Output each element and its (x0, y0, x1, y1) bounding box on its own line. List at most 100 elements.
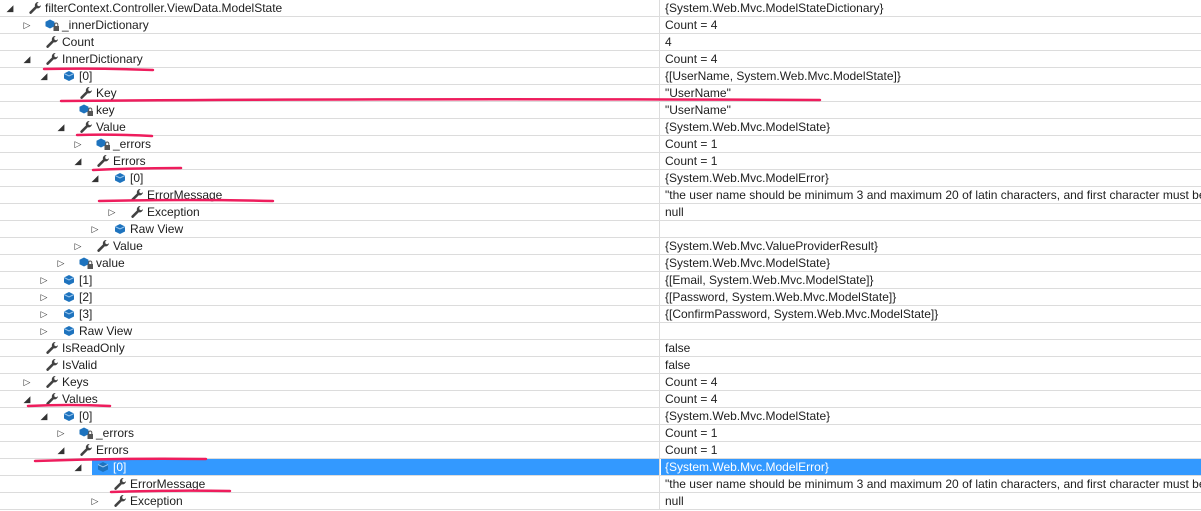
value-cell[interactable]: Count = 1 (661, 153, 1201, 169)
name-cell: ErrorMessage (0, 187, 660, 203)
name-cell: ▷ Keys (0, 374, 660, 390)
private-field-icon (78, 426, 94, 440)
expand-arrow-icon[interactable]: ▷ (89, 493, 101, 509)
value-cell[interactable]: {[UserName, System.Web.Mvc.ModelState]} (661, 68, 1201, 84)
watch-row[interactable]: ◢ [0] {System.Web.Mvc.ModelError} (0, 459, 1201, 476)
private-field-icon (44, 18, 60, 32)
watch-row[interactable]: ▷ Value {System.Web.Mvc.ValueProviderResul… (0, 238, 1201, 255)
watch-row[interactable]: IsValid false (0, 357, 1201, 374)
expand-arrow-icon[interactable]: ▷ (38, 289, 50, 305)
value-cell[interactable]: 4 (661, 34, 1201, 50)
value-cell[interactable]: Count = 4 (661, 51, 1201, 67)
watch-row[interactable]: ▷ Keys Count = 4 (0, 374, 1201, 391)
value-cell[interactable]: {[ConfirmPassword, System.Web.Mvc.ModelS… (661, 306, 1201, 322)
collapse-arrow-icon[interactable]: ◢ (89, 170, 101, 186)
watch-row[interactable]: ◢ Errors Count = 1 (0, 442, 1201, 459)
value-cell[interactable]: {System.Web.Mvc.ModelState} (661, 119, 1201, 135)
watch-row[interactable]: ▷ _errors Count = 1 (0, 425, 1201, 442)
collapse-arrow-icon[interactable]: ◢ (38, 68, 50, 84)
wrench-icon (44, 392, 60, 406)
value-cell[interactable]: {System.Web.Mvc.ModelState} (661, 255, 1201, 271)
object-icon (112, 171, 128, 185)
watch-row[interactable]: ◢ [0] {System.Web.Mvc.ModelState} (0, 408, 1201, 425)
value-cell[interactable]: Count = 4 (661, 391, 1201, 407)
expand-arrow-icon[interactable]: ▷ (89, 221, 101, 237)
value-cell[interactable] (661, 323, 1201, 339)
watch-row[interactable]: ErrorMessage "the user name should be min… (0, 476, 1201, 493)
value-cell[interactable]: {System.Web.Mvc.ModelState} (661, 408, 1201, 424)
value-cell[interactable]: {[Email, System.Web.Mvc.ModelState]} (661, 272, 1201, 288)
value-cell[interactable]: {System.Web.Mvc.ModelStateDictionary} (661, 0, 1201, 16)
value-cell[interactable]: false (661, 357, 1201, 373)
watch-row[interactable]: ◢ [0] {[UserName, System.Web.Mvc.ModelStat… (0, 68, 1201, 85)
expand-arrow-icon[interactable]: ▷ (21, 17, 33, 33)
collapse-arrow-icon[interactable]: ◢ (72, 153, 84, 169)
value-cell[interactable]: null (661, 204, 1201, 220)
expand-arrow-icon[interactable]: ▷ (72, 238, 84, 254)
value-cell[interactable] (661, 221, 1201, 237)
watch-row[interactable]: Key "UserName" (0, 85, 1201, 102)
value-cell[interactable]: "the user name should be minimum 3 and m… (661, 476, 1201, 492)
watch-row[interactable]: ▷ _innerDictionary Count = 4 (0, 17, 1201, 34)
expand-arrow-icon[interactable]: ▷ (38, 272, 50, 288)
watch-row[interactable]: IsReadOnly false (0, 340, 1201, 357)
watch-row[interactable]: ◢ filterContext.Controller.ViewData.Model… (0, 0, 1201, 17)
watch-row[interactable]: ▷ Exception null (0, 493, 1201, 510)
value-cell[interactable]: "UserName" (661, 102, 1201, 118)
collapse-arrow-icon[interactable]: ◢ (21, 51, 33, 67)
watch-row[interactable]: key "UserName" (0, 102, 1201, 119)
watch-row[interactable]: ▷ [2] {[Password, System.Web.Mvc.ModelStat… (0, 289, 1201, 306)
object-icon (61, 324, 77, 338)
wrench-icon (129, 188, 145, 202)
expand-arrow-icon[interactable]: ▷ (21, 374, 33, 390)
expand-arrow-icon[interactable]: ▷ (55, 255, 67, 271)
expand-arrow-icon[interactable]: ▷ (72, 136, 84, 152)
value-cell[interactable]: false (661, 340, 1201, 356)
expand-arrow-icon[interactable]: ▷ (38, 306, 50, 322)
object-icon (61, 273, 77, 287)
watch-row[interactable]: ▷ [3] {[ConfirmPassword, System.Web.Mvc.Mo… (0, 306, 1201, 323)
row-name: Keys (62, 375, 89, 389)
watch-row[interactable]: ◢ Values Count = 4 (0, 391, 1201, 408)
collapse-arrow-icon[interactable]: ◢ (72, 459, 84, 475)
watch-row[interactable]: ▷ Raw View (0, 323, 1201, 340)
watch-row[interactable]: ◢ Errors Count = 1 (0, 153, 1201, 170)
collapse-arrow-icon[interactable]: ◢ (55, 442, 67, 458)
value-cell[interactable]: Count = 1 (661, 442, 1201, 458)
value-cell[interactable]: {System.Web.Mvc.ModelError} (661, 170, 1201, 186)
watch-row[interactable]: ◢ InnerDictionary Count = 4 (0, 51, 1201, 68)
row-name: Value (113, 239, 143, 253)
collapse-arrow-icon[interactable]: ◢ (55, 119, 67, 135)
value-cell[interactable]: {System.Web.Mvc.ValueProviderResult} (661, 238, 1201, 254)
watch-row[interactable]: ▷ value {System.Web.Mvc.ModelState} (0, 255, 1201, 272)
collapse-arrow-icon[interactable]: ◢ (21, 391, 33, 407)
name-cell: ◢ Errors (0, 442, 660, 458)
value-cell[interactable]: Count = 1 (661, 425, 1201, 441)
watch-row[interactable]: ErrorMessage "the user name should be min… (0, 187, 1201, 204)
collapse-arrow-icon[interactable]: ◢ (4, 0, 16, 16)
value-cell[interactable]: Count = 4 (661, 374, 1201, 390)
watch-row[interactable]: ▷ _errors Count = 1 (0, 136, 1201, 153)
value-cell[interactable]: {[Password, System.Web.Mvc.ModelState]} (661, 289, 1201, 305)
wrench-icon (112, 494, 128, 508)
watch-row[interactable]: Count 4 (0, 34, 1201, 51)
value-cell[interactable]: Count = 4 (661, 17, 1201, 33)
value-cell[interactable]: Count = 1 (661, 136, 1201, 152)
expand-arrow-icon[interactable]: ▷ (38, 323, 50, 339)
watch-row[interactable]: ▷ [1] {[Email, System.Web.Mvc.ModelState]} (0, 272, 1201, 289)
value-cell[interactable]: {System.Web.Mvc.ModelError} (661, 459, 1201, 475)
value-cell[interactable]: "the user name should be minimum 3 and m… (661, 187, 1201, 203)
expand-arrow-icon[interactable]: ▷ (106, 204, 118, 220)
value-cell[interactable]: "UserName" (661, 85, 1201, 101)
watch-row[interactable]: ▷ Exception null (0, 204, 1201, 221)
watch-row[interactable]: ◢ Value {System.Web.Mvc.ModelState} (0, 119, 1201, 136)
row-name: IsValid (62, 358, 98, 372)
collapse-arrow-icon[interactable]: ◢ (38, 408, 50, 424)
row-name: _innerDictionary (62, 18, 149, 32)
private-field-icon (78, 103, 94, 117)
row-name: InnerDictionary (62, 52, 143, 66)
watch-row[interactable]: ▷ Raw View (0, 221, 1201, 238)
value-cell[interactable]: null (661, 493, 1201, 509)
watch-row[interactable]: ◢ [0] {System.Web.Mvc.ModelError} (0, 170, 1201, 187)
expand-arrow-icon[interactable]: ▷ (55, 425, 67, 441)
